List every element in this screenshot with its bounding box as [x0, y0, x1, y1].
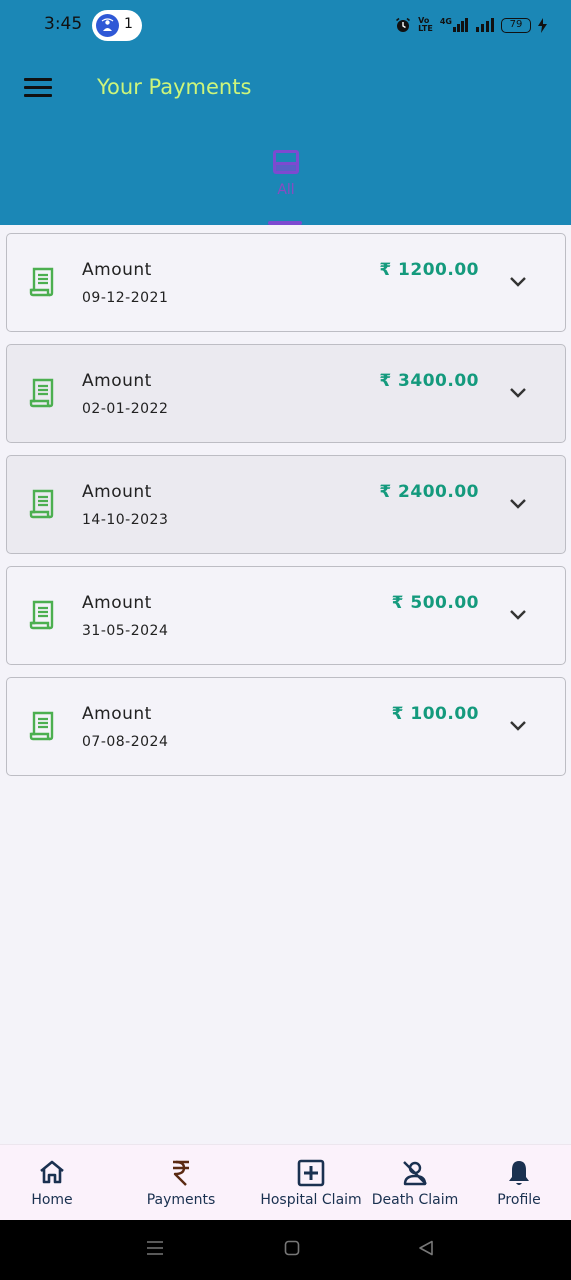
status-icons: Vo LTE 4G 79: [395, 14, 547, 36]
nav-item-payments[interactable]: Payments: [136, 1145, 226, 1221]
payment-item[interactable]: Amount 02-01-2022 ₹ 3400.00: [6, 344, 566, 443]
status-time: 3:45: [44, 14, 83, 34]
signal-icon: [453, 18, 468, 32]
nav-item-hospital-claim[interactable]: Hospital Claim: [258, 1145, 364, 1221]
payment-date: 09-12-2021: [82, 290, 169, 306]
person-off-icon: [403, 1161, 427, 1186]
volte-label: Vo LTE: [418, 16, 433, 33]
bottom-navigation: Home Payments Hospital Claim Death Claim…: [0, 1144, 571, 1220]
nav-item-death-claim[interactable]: Death Claim: [370, 1145, 460, 1221]
page-title: Your Payments: [97, 75, 252, 99]
receipt-icon: [29, 711, 54, 741]
battery-indicator: 79: [501, 17, 531, 33]
status-bar: 3:45 1 Vo LTE 4G 79: [0, 0, 571, 50]
payment-date: 02-01-2022: [82, 401, 169, 417]
chevron-down-icon[interactable]: [509, 720, 527, 732]
payment-item[interactable]: Amount 14-10-2023 ₹ 2400.00: [6, 455, 566, 554]
hotspot-indicator[interactable]: 1: [92, 10, 142, 41]
nav-label: Payments: [146, 1192, 216, 1208]
payment-list: Amount 09-12-2021 ₹ 1200.00 Amount 02-01…: [6, 233, 566, 788]
recent-apps-icon[interactable]: [146, 1240, 164, 1256]
chevron-down-icon[interactable]: [509, 498, 527, 510]
amount-label: Amount: [82, 482, 152, 502]
chevron-down-icon[interactable]: [509, 609, 527, 621]
payment-amount: ₹ 100.00: [391, 704, 479, 724]
amount-label: Amount: [82, 593, 152, 613]
nav-item-profile[interactable]: Profile: [484, 1145, 554, 1221]
payment-date: 14-10-2023: [82, 512, 169, 528]
charging-icon: [538, 17, 547, 33]
back-icon[interactable]: [418, 1240, 434, 1256]
tab-indicator: [268, 221, 302, 225]
nav-label: Home: [31, 1192, 73, 1208]
payment-item[interactable]: Amount 31-05-2024 ₹ 500.00: [6, 566, 566, 665]
payment-amount: ₹ 2400.00: [379, 482, 479, 502]
tab-label: All: [277, 182, 295, 198]
nav-label: Death Claim: [371, 1192, 459, 1208]
nav-item-home[interactable]: Home: [12, 1145, 92, 1221]
signal-icon-2: [476, 18, 494, 32]
nav-label: Profile: [497, 1192, 541, 1208]
receipt-icon: [29, 378, 54, 408]
chevron-down-icon[interactable]: [509, 387, 527, 399]
payment-amount: ₹ 1200.00: [379, 260, 479, 280]
amount-label: Amount: [82, 260, 152, 280]
tab-all[interactable]: All: [264, 148, 308, 226]
amount-label: Amount: [82, 704, 152, 724]
payment-amount: ₹ 500.00: [391, 593, 479, 613]
payment-item[interactable]: Amount 07-08-2024 ₹ 100.00: [6, 677, 566, 776]
signal-4g: 4G: [440, 18, 469, 32]
amount-label: Amount: [82, 371, 152, 391]
receipt-icon: [29, 267, 54, 297]
app-header: 3:45 1 Vo LTE 4G 79 Your Payments All: [0, 0, 571, 225]
nav-label: Hospital Claim: [260, 1192, 362, 1208]
payment-item[interactable]: Amount 09-12-2021 ₹ 1200.00: [6, 233, 566, 332]
receipt-icon: [29, 600, 54, 630]
hotspot-count: 1: [124, 16, 133, 32]
hotspot-icon: [96, 14, 119, 37]
menu-icon[interactable]: [24, 78, 52, 100]
receipt-icon: [29, 489, 54, 519]
inbox-icon: [273, 150, 299, 174]
chevron-down-icon[interactable]: [509, 276, 527, 288]
bell-icon: [509, 1161, 529, 1185]
home-icon: [40, 1160, 64, 1184]
hospital-plus-icon: [297, 1159, 325, 1187]
payment-date: 07-08-2024: [82, 734, 169, 750]
payment-date: 31-05-2024: [82, 623, 169, 639]
system-navigation-bar: [0, 1220, 571, 1280]
payment-amount: ₹ 3400.00: [379, 371, 479, 391]
alarm-icon: [396, 17, 411, 32]
rupee-icon: [173, 1160, 189, 1186]
home-button-icon[interactable]: [284, 1240, 300, 1256]
